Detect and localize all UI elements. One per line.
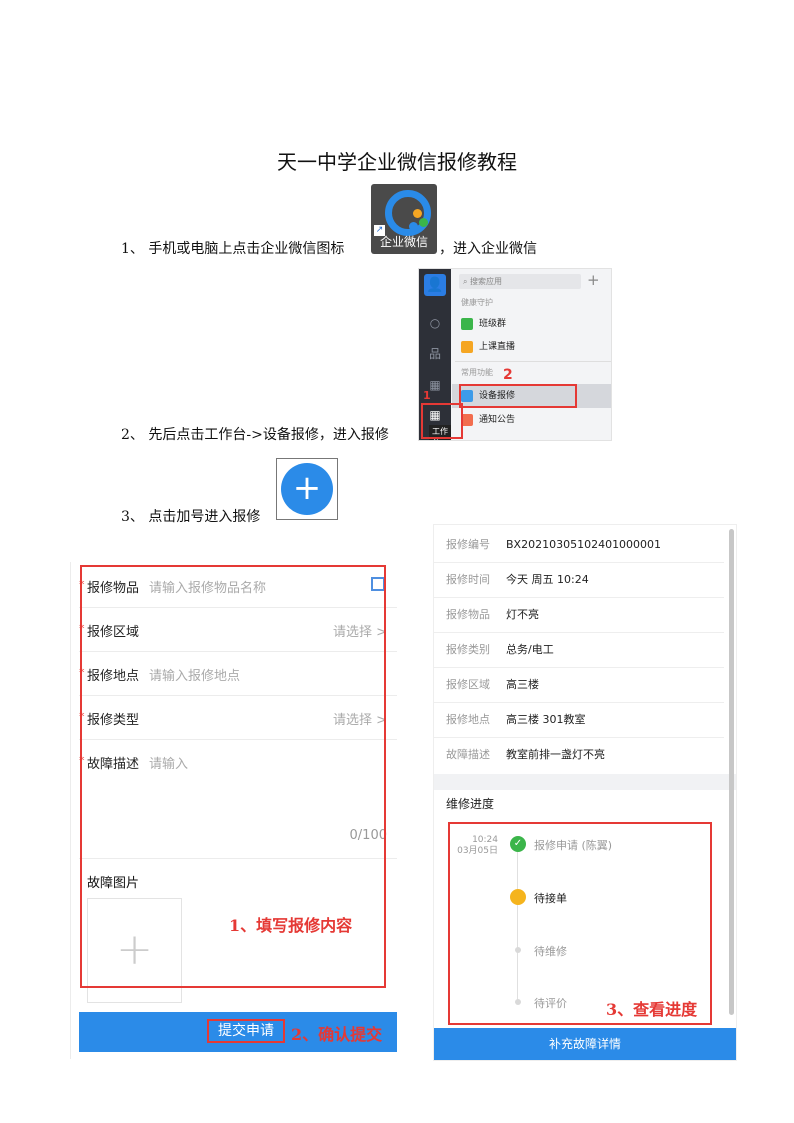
search-placeholder: 搜索应用 — [470, 277, 503, 286]
progress-title: 维修进度 — [446, 797, 495, 811]
annotation-confirm: 2、确认提交 — [291, 1025, 383, 1044]
app-item-class-group[interactable]: 班级群 — [461, 317, 506, 331]
detail-row: 故障描述 教室前排一盏灯不亮 — [434, 737, 724, 772]
app-item-notice[interactable]: 通知公告 — [461, 413, 515, 427]
divider — [455, 361, 611, 362]
section-common: 常用功能 — [461, 368, 493, 377]
plus-button-screenshot: + — [276, 458, 338, 520]
detail-value: 高三楼 — [506, 678, 539, 691]
detail-value: BX20210305102401000001 — [506, 538, 662, 551]
detail-value: 教室前排一盏灯不亮 — [506, 748, 605, 761]
detail-value: 灯不亮 — [506, 608, 539, 621]
step-3-text: 3、 点击加号进入报修 — [121, 509, 261, 525]
detail-row: 报修编号 BX20210305102401000001 — [434, 527, 724, 563]
submit-bar: 提交申请 2、确认提交 — [79, 1012, 397, 1052]
detail-key: 故障描述 — [446, 748, 490, 761]
logo-dot — [413, 209, 422, 218]
detail-row: 报修地点 高三楼 301教室 — [434, 702, 724, 738]
page-title: 天一中学企业微信报修教程 — [277, 150, 517, 174]
live-icon — [461, 340, 473, 353]
step-2-text: 2、 先后点击工作台->设备报修，进入报修 — [121, 427, 389, 443]
class-group-icon — [461, 317, 473, 330]
chat-icon[interactable]: ○ — [427, 316, 443, 330]
detail-row: 报修物品 灯不亮 — [434, 597, 724, 633]
wework-app-icon[interactable]: ↗ 企业微信 — [371, 184, 437, 254]
scrollbar[interactable] — [729, 529, 734, 1015]
detail-key: 报修编号 — [446, 538, 490, 551]
search-apps-input[interactable]: ⌕ 搜索应用 — [459, 274, 581, 289]
submit-button[interactable]: 提交申请 — [207, 1019, 285, 1043]
wework-ring-icon — [385, 190, 431, 236]
detail-value: 高三楼 301教室 — [506, 713, 586, 726]
detail-row: 报修时间 今天 周五 10:24 — [434, 562, 724, 598]
detail-key: 报修类别 — [446, 643, 490, 656]
repair-detail-screenshot: 报修编号 BX20210305102401000001 报修时间 今天 周五 10:… — [433, 524, 737, 1061]
workbench-screenshot: 👤 ○ 品 ▦ ▦ 工作台 ⌕ 搜索应用 + 健康守护 班级群 上课直播 常用功… — [418, 268, 612, 441]
detail-key: 报修物品 — [446, 608, 490, 621]
detail-key: 报修时间 — [446, 573, 490, 586]
section-gap — [434, 774, 736, 790]
profile-icon[interactable]: 👤 — [424, 274, 446, 296]
highlight-box-repair — [459, 384, 577, 408]
marker-2: 2 — [503, 367, 513, 383]
step-1-suffix: ，进入企业微信 — [439, 241, 537, 257]
detail-row: 报修区域 高三楼 — [434, 667, 724, 703]
supplement-details-button[interactable]: 补充故障详情 — [434, 1028, 736, 1060]
app-item-label: 通知公告 — [479, 415, 516, 425]
add-app-button[interactable]: + — [587, 271, 600, 289]
app-icon-caption: 企业微信 — [379, 235, 428, 249]
detail-value: 总务/电工 — [506, 643, 554, 656]
highlight-box-workbench — [421, 403, 463, 439]
logo-dot — [409, 222, 418, 231]
repair-form-screenshot: * 报修物品 请输入报修物品名称 * 报修区域 请选择 > * 报修地点 请输入… — [70, 562, 397, 1059]
annotation-progress: 3、查看进度 — [606, 1000, 698, 1019]
annotation-fill: 1、填写报修内容 — [229, 916, 353, 935]
step-1-prefix: 1、 手机或电脑上点击企业微信图标 — [121, 241, 345, 257]
detail-value: 今天 周五 10:24 — [506, 573, 589, 586]
highlight-box-progress — [448, 822, 712, 1025]
detail-key: 报修地点 — [446, 713, 490, 726]
app-item-live-class[interactable]: 上课直播 — [461, 340, 515, 354]
contacts-icon[interactable]: 品 — [427, 347, 443, 361]
section-health: 健康守护 — [461, 298, 493, 307]
marker-1: 1 — [423, 389, 431, 402]
detail-key: 报修区域 — [446, 678, 490, 691]
logo-dot — [419, 218, 428, 227]
add-repair-plus-button[interactable]: + — [281, 463, 333, 515]
app-item-label: 班级群 — [479, 319, 507, 329]
step-1-text: 1、 手机或电脑上点击企业微信图标 — [121, 238, 344, 258]
app-item-label: 上课直播 — [479, 342, 516, 352]
detail-row: 报修类别 总务/电工 — [434, 632, 724, 668]
